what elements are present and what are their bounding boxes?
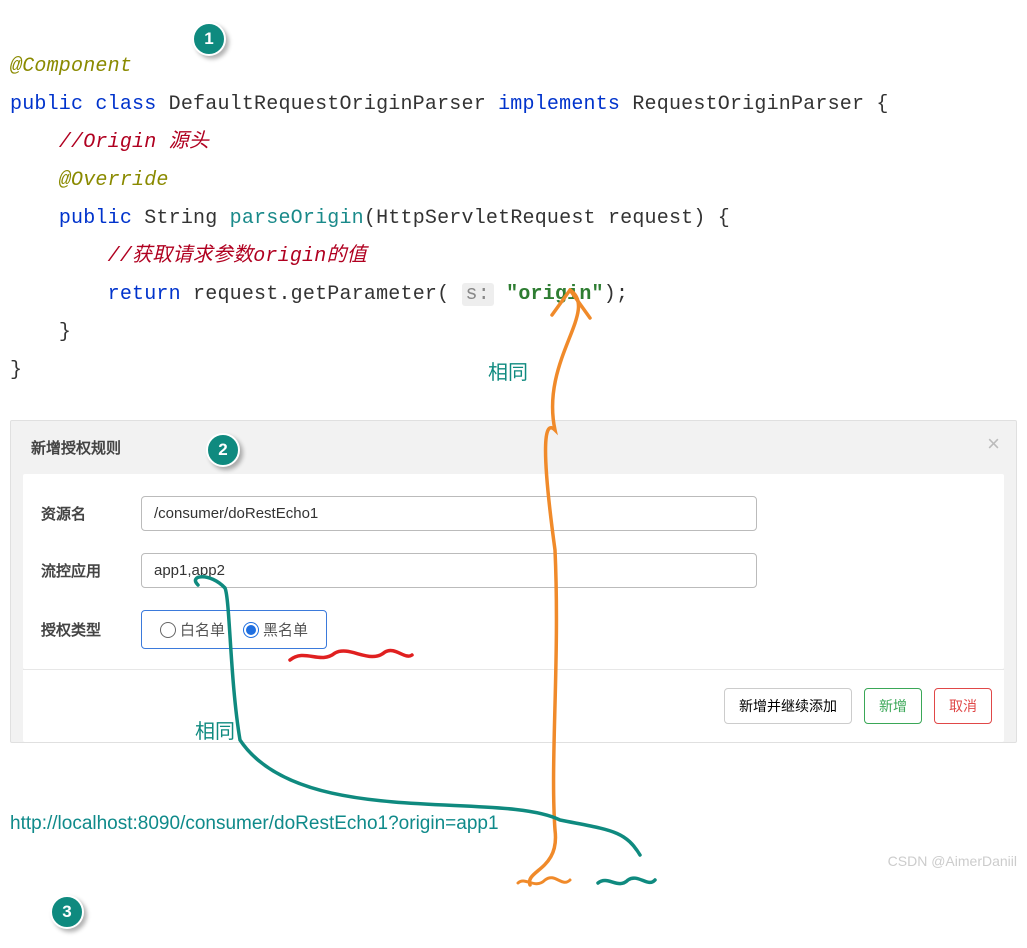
resource-input[interactable] (141, 496, 757, 531)
radio-icon (160, 622, 176, 638)
dialog-title: 新增授权规则 (11, 421, 1016, 474)
watermark: CSDN @AimerDaniil (888, 853, 1017, 869)
string-origin: "origin" (506, 283, 604, 306)
radio-blacklist[interactable]: 黑名单 (243, 619, 308, 640)
comment-get: //获取请求参数origin的值 (108, 245, 367, 268)
url-text: http://localhost:8090/consumer/doRestEch… (10, 813, 1017, 835)
add-continue-button[interactable]: 新增并继续添加 (724, 688, 852, 724)
method-name: parseOrigin (230, 207, 364, 230)
label-app: 流控应用 (41, 560, 141, 581)
comment-origin: //Origin 源头 (59, 131, 209, 154)
code-block: @Component public class DefaultRequestOr… (10, 10, 1017, 390)
param-hint: s: (462, 283, 494, 306)
class-name: DefaultRequestOriginParser (169, 93, 486, 116)
close-icon[interactable]: × (987, 431, 1000, 457)
app-input[interactable] (141, 553, 757, 588)
cancel-button[interactable]: 取消 (934, 688, 992, 724)
radio-black-label: 黑名单 (263, 619, 308, 640)
annotation-component: @Component (10, 55, 132, 78)
annotation-override: @Override (59, 169, 169, 192)
annotation-same-2: 相同 (195, 715, 235, 744)
auth-rule-dialog: 2 新增授权规则 × 资源名 流控应用 授权类型 白名单 黑名单 (10, 420, 1017, 743)
label-resource: 资源名 (41, 503, 141, 524)
badge-2: 2 (206, 433, 240, 467)
annotation-same-1: 相同 (488, 356, 528, 385)
add-button[interactable]: 新增 (864, 688, 922, 724)
radio-white-label: 白名单 (180, 619, 225, 640)
badge-3: 3 (50, 895, 84, 929)
kw-public: public (10, 93, 83, 116)
badge-1: 1 (192, 22, 226, 56)
auth-type-group: 白名单 黑名单 (141, 610, 327, 649)
kw-return: return (108, 283, 181, 306)
kw-class: class (95, 93, 156, 116)
iface-name: RequestOriginParser (632, 93, 864, 116)
label-type: 授权类型 (41, 619, 141, 640)
radio-whitelist[interactable]: 白名单 (160, 619, 225, 640)
radio-icon (243, 622, 259, 638)
kw-implements: implements (498, 93, 620, 116)
